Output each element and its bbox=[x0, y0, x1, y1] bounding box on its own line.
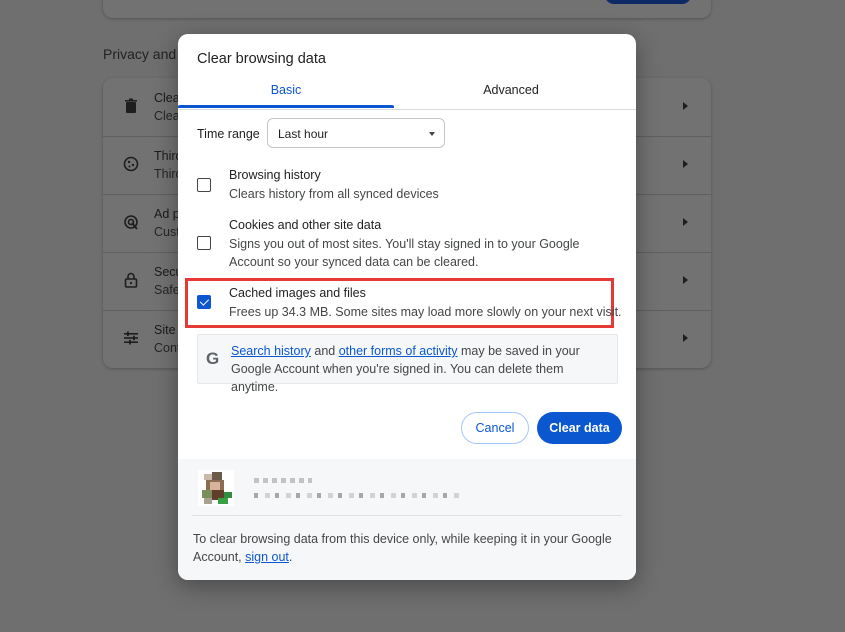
sign-out-link[interactable]: sign out bbox=[245, 550, 289, 564]
info-text: Search history and other forms of activi… bbox=[231, 342, 611, 396]
trash-icon bbox=[121, 96, 141, 116]
sliders-icon bbox=[121, 328, 141, 348]
lock-icon bbox=[121, 270, 141, 290]
settings-row-subtitle: Clea bbox=[154, 109, 180, 123]
time-range-select[interactable]: Last hour bbox=[267, 118, 445, 148]
privacy-section-heading: Privacy and s bbox=[103, 46, 188, 62]
cookies-checkbox[interactable] bbox=[197, 236, 211, 250]
account-area: To clear browsing data from this device … bbox=[178, 459, 636, 580]
tab-selected-indicator bbox=[178, 105, 394, 108]
option-title: Cookies and other site data bbox=[229, 218, 382, 232]
chevron-right-icon bbox=[683, 334, 688, 342]
cookie-icon bbox=[121, 154, 141, 174]
chevron-right-icon bbox=[683, 276, 688, 284]
option-title: Cached images and files bbox=[229, 286, 366, 300]
settings-row-title: Ad p bbox=[154, 207, 180, 221]
chevron-right-icon bbox=[683, 102, 688, 110]
ad-icon bbox=[121, 212, 141, 232]
divider bbox=[192, 515, 622, 516]
google-g-icon: G bbox=[206, 349, 220, 368]
other-activity-link[interactable]: other forms of activity bbox=[339, 344, 458, 358]
footer-text: To clear browsing data from this device … bbox=[193, 530, 623, 566]
settings-row-title: Site bbox=[154, 323, 176, 337]
account-name-redacted bbox=[254, 478, 312, 483]
clear-browsing-data-dialog: Clear browsing data Basic Advanced Time … bbox=[178, 34, 636, 580]
browsing-history-checkbox[interactable] bbox=[197, 178, 211, 192]
caret-down-icon bbox=[429, 132, 435, 136]
avatar bbox=[198, 470, 234, 506]
settings-top-button bbox=[605, 0, 691, 4]
settings-row-title: Clea bbox=[154, 91, 180, 105]
clear-data-button[interactable]: Clear data bbox=[537, 412, 622, 444]
cached-images-checkbox[interactable] bbox=[197, 295, 211, 309]
option-description: Frees up 34.3 MB. Some sites may load mo… bbox=[229, 305, 622, 319]
dialog-title: Clear browsing data bbox=[197, 51, 326, 67]
dialog-tabs: Basic Advanced bbox=[178, 76, 636, 110]
time-range-value: Last hour bbox=[278, 127, 329, 141]
chevron-right-icon bbox=[683, 218, 688, 226]
footer-end: . bbox=[288, 550, 293, 564]
option-description: Clears history from all synced devices bbox=[229, 187, 439, 201]
option-cookies: Cookies and other site data Signs you ou… bbox=[178, 218, 636, 274]
account-email-redacted bbox=[254, 493, 460, 498]
settings-row-subtitle: Safe bbox=[154, 283, 180, 297]
option-cached-images: Cached images and files Frees up 34.3 MB… bbox=[178, 286, 636, 322]
tab-advanced[interactable]: Advanced bbox=[403, 76, 619, 109]
cancel-button[interactable]: Cancel bbox=[461, 412, 529, 444]
option-title: Browsing history bbox=[229, 168, 321, 182]
time-range-label: Time range bbox=[197, 127, 260, 141]
option-browsing-history: Browsing history Clears history from all… bbox=[178, 168, 636, 208]
settings-row-subtitle: Cust bbox=[154, 225, 180, 239]
chevron-right-icon bbox=[683, 160, 688, 168]
settings-row-subtitle: Cont bbox=[154, 341, 181, 355]
option-description: Signs you out of most sites. You'll stay… bbox=[229, 237, 580, 269]
info-and: and bbox=[310, 344, 339, 358]
google-account-info: G Search history and other forms of acti… bbox=[197, 334, 618, 394]
search-history-link[interactable]: Search history bbox=[231, 344, 311, 358]
